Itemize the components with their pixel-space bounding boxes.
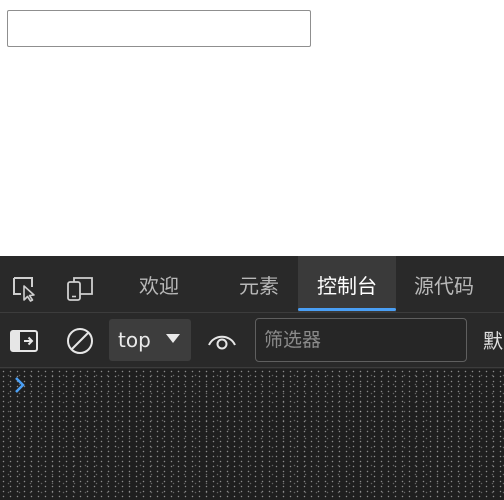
- page: 欢迎 元素 控制台 源代码 top 筛选器 默: [0, 0, 504, 500]
- context-select-value: top: [118, 328, 151, 352]
- console-filter-box[interactable]: [255, 318, 467, 362]
- page-text-input[interactable]: [7, 10, 311, 47]
- chevron-right-icon: [15, 377, 25, 393]
- clear-console-icon[interactable]: [64, 325, 96, 357]
- console-toolbar: top 默: [0, 313, 504, 368]
- device-emulation-icon[interactable]: [65, 273, 95, 303]
- console-filter-input[interactable]: [256, 319, 466, 361]
- log-levels-dropdown[interactable]: 默: [483, 325, 503, 354]
- tab-welcome[interactable]: 欢迎: [124, 256, 194, 313]
- inspect-element-icon[interactable]: [9, 273, 39, 303]
- javascript-context-select[interactable]: top: [109, 319, 191, 361]
- console-sidebar-icon[interactable]: [8, 325, 40, 357]
- console-output[interactable]: [0, 369, 504, 500]
- tab-console[interactable]: 控制台: [298, 256, 396, 313]
- devtools-tab-bar: 欢迎 元素 控制台 源代码: [0, 256, 504, 313]
- devtools-panel: 欢迎 元素 控制台 源代码 top 筛选器 默: [0, 256, 504, 500]
- chevron-down-icon: [166, 334, 180, 343]
- tab-sources[interactable]: 源代码: [404, 256, 484, 313]
- tab-elements[interactable]: 元素: [224, 256, 294, 313]
- eye-icon[interactable]: [206, 325, 238, 357]
